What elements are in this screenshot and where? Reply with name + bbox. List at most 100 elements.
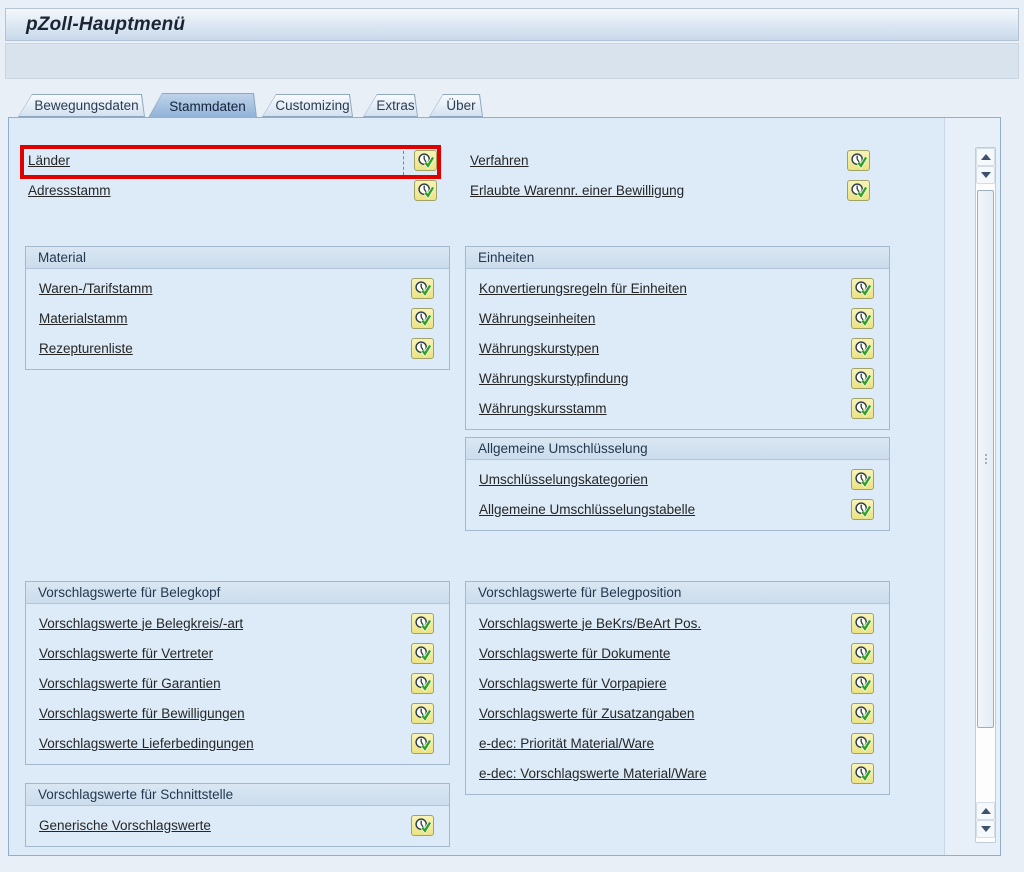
menu-link[interactable]: Materialstamm bbox=[39, 311, 128, 326]
vertical-scrollbar[interactable] bbox=[975, 147, 996, 843]
menu-link[interactable]: Verfahren bbox=[470, 153, 529, 168]
execute-icon bbox=[853, 370, 872, 387]
menu-link[interactable]: Vorschlagswerte für Dokumente bbox=[479, 646, 670, 661]
execute-button[interactable] bbox=[411, 643, 434, 664]
execute-button[interactable] bbox=[851, 703, 874, 724]
menu-row: Vorschlagswerte Lieferbedingungen bbox=[26, 728, 449, 758]
execute-icon bbox=[416, 182, 435, 199]
execute-icon bbox=[413, 705, 432, 722]
execute-button[interactable] bbox=[411, 613, 434, 634]
tab-customizing[interactable]: Customizing bbox=[262, 94, 353, 117]
menu-link[interactable]: e-dec: Vorschlagswerte Material/Ware bbox=[479, 766, 707, 781]
loose-links-left: Länder Adressstamm bbox=[28, 145, 437, 205]
execute-button[interactable] bbox=[851, 368, 874, 389]
page-title: pZoll-Hauptmenü bbox=[26, 14, 185, 36]
menu-link[interactable]: Waren-/Tarifstamm bbox=[39, 281, 153, 296]
tab-ueber[interactable]: Über bbox=[429, 94, 483, 117]
menu-link[interactable]: Allgemeine Umschlüsselungstabelle bbox=[479, 502, 695, 517]
scroll-down-button-bottom[interactable] bbox=[976, 820, 995, 838]
group-einheiten: Einheiten Konvertierungsregeln für Einhe… bbox=[465, 246, 890, 430]
execute-button[interactable] bbox=[411, 278, 434, 299]
scroll-down-button[interactable] bbox=[976, 166, 995, 184]
menu-link[interactable]: Adressstamm bbox=[28, 183, 111, 198]
execute-button[interactable] bbox=[851, 763, 874, 784]
group-title: Material bbox=[26, 247, 449, 269]
menu-row: Generische Vorschlagswerte bbox=[26, 810, 449, 840]
menu-link[interactable]: Währungskurstypen bbox=[479, 341, 599, 356]
menu-link[interactable]: Vorschlagswerte für Zusatzangaben bbox=[479, 706, 694, 721]
menu-link[interactable]: Vorschlagswerte für Bewilligungen bbox=[39, 706, 245, 721]
execute-icon bbox=[853, 400, 872, 417]
execute-button[interactable] bbox=[851, 338, 874, 359]
execute-button[interactable] bbox=[411, 733, 434, 754]
menu-link[interactable]: Vorschlagswerte je BeKrs/BeArt Pos. bbox=[479, 616, 701, 631]
menu-link[interactable]: Rezepturenliste bbox=[39, 341, 133, 356]
gutter-divider bbox=[944, 118, 945, 855]
tab-label: Bewegungsdaten bbox=[19, 95, 144, 116]
menu-row: Länder bbox=[28, 145, 437, 175]
execute-button[interactable] bbox=[411, 703, 434, 724]
menu-link[interactable]: Umschlüsselungskategorien bbox=[479, 472, 648, 487]
execute-button[interactable] bbox=[851, 398, 874, 419]
tab-stammdaten[interactable]: Stammdaten bbox=[148, 93, 257, 118]
menu-link[interactable]: Vorschlagswerte je Belegkreis/-art bbox=[39, 616, 243, 631]
execute-button[interactable] bbox=[414, 180, 437, 201]
menu-row: Vorschlagswerte für Dokumente bbox=[466, 638, 889, 668]
scroll-up-button[interactable] bbox=[976, 148, 995, 166]
execute-button[interactable] bbox=[851, 673, 874, 694]
execute-button[interactable] bbox=[411, 815, 434, 836]
execute-icon bbox=[413, 735, 432, 752]
menu-row: Vorschlagswerte je Belegkreis/-art bbox=[26, 608, 449, 638]
menu-link[interactable]: Währungseinheiten bbox=[479, 311, 595, 326]
tab-label: Extras bbox=[364, 95, 417, 116]
menu-link[interactable]: Vorschlagswerte für Vorpapiere bbox=[479, 676, 667, 691]
tab-bewegungsdaten[interactable]: Bewegungsdaten bbox=[18, 94, 145, 117]
loose-links-right: Verfahren Erlaubte Warennr. einer Bewill… bbox=[470, 145, 870, 205]
menu-link[interactable]: Länder bbox=[28, 153, 70, 168]
menu-link[interactable]: Erlaubte Warennr. einer Bewilligung bbox=[470, 183, 684, 198]
execute-button[interactable] bbox=[851, 613, 874, 634]
execute-button[interactable] bbox=[847, 180, 870, 201]
execute-icon bbox=[853, 340, 872, 357]
menu-link[interactable]: e-dec: Priorität Material/Ware bbox=[479, 736, 654, 751]
execute-icon bbox=[413, 310, 432, 327]
execute-button[interactable] bbox=[851, 499, 874, 520]
execute-button[interactable] bbox=[847, 150, 870, 171]
group-title: Vorschlagswerte für Belegkopf bbox=[26, 582, 449, 604]
menu-link[interactable]: Währungskurstypfindung bbox=[479, 371, 628, 386]
execute-icon bbox=[853, 310, 872, 327]
scrollbar-thumb[interactable] bbox=[977, 190, 994, 728]
menu-link[interactable]: Konvertierungsregeln für Einheiten bbox=[479, 281, 687, 296]
menu-link[interactable]: Vorschlagswerte Lieferbedingungen bbox=[39, 736, 254, 751]
execute-button[interactable] bbox=[414, 150, 437, 171]
down-arrow-icon bbox=[981, 172, 991, 178]
menu-row: Materialstamm bbox=[26, 303, 449, 333]
menu-row: Vorschlagswerte für Vorpapiere bbox=[466, 668, 889, 698]
menu-link[interactable]: Währungskursstamm bbox=[479, 401, 607, 416]
group-material: Material Waren-/Tarifstamm Materialstamm bbox=[25, 246, 450, 370]
execute-button[interactable] bbox=[411, 673, 434, 694]
execute-button[interactable] bbox=[851, 643, 874, 664]
execute-icon bbox=[853, 280, 872, 297]
group-vorschlagswerte-belegposition: Vorschlagswerte für Belegposition Vorsch… bbox=[465, 581, 890, 795]
execute-icon bbox=[413, 615, 432, 632]
execute-button[interactable] bbox=[851, 308, 874, 329]
execute-button[interactable] bbox=[851, 733, 874, 754]
menu-row: Allgemeine Umschlüsselungstabelle bbox=[466, 494, 889, 524]
tab-extras[interactable]: Extras bbox=[363, 94, 418, 117]
thumb-grip-icon bbox=[985, 454, 987, 464]
execute-button[interactable] bbox=[411, 338, 434, 359]
menu-row: Konvertierungsregeln für Einheiten bbox=[466, 273, 889, 303]
menu-link[interactable]: Generische Vorschlagswerte bbox=[39, 818, 211, 833]
menu-link[interactable]: Vorschlagswerte für Garantien bbox=[39, 676, 221, 691]
scroll-up-button-bottom[interactable] bbox=[976, 802, 995, 820]
menu-row: Umschlüsselungskategorien bbox=[466, 464, 889, 494]
menu-link[interactable]: Vorschlagswerte für Vertreter bbox=[39, 646, 213, 661]
execute-button[interactable] bbox=[851, 278, 874, 299]
execute-button[interactable] bbox=[411, 308, 434, 329]
execute-icon bbox=[853, 645, 872, 662]
execute-icon bbox=[853, 501, 872, 518]
execute-icon bbox=[853, 471, 872, 488]
menu-row: Waren-/Tarifstamm bbox=[26, 273, 449, 303]
execute-button[interactable] bbox=[851, 469, 874, 490]
